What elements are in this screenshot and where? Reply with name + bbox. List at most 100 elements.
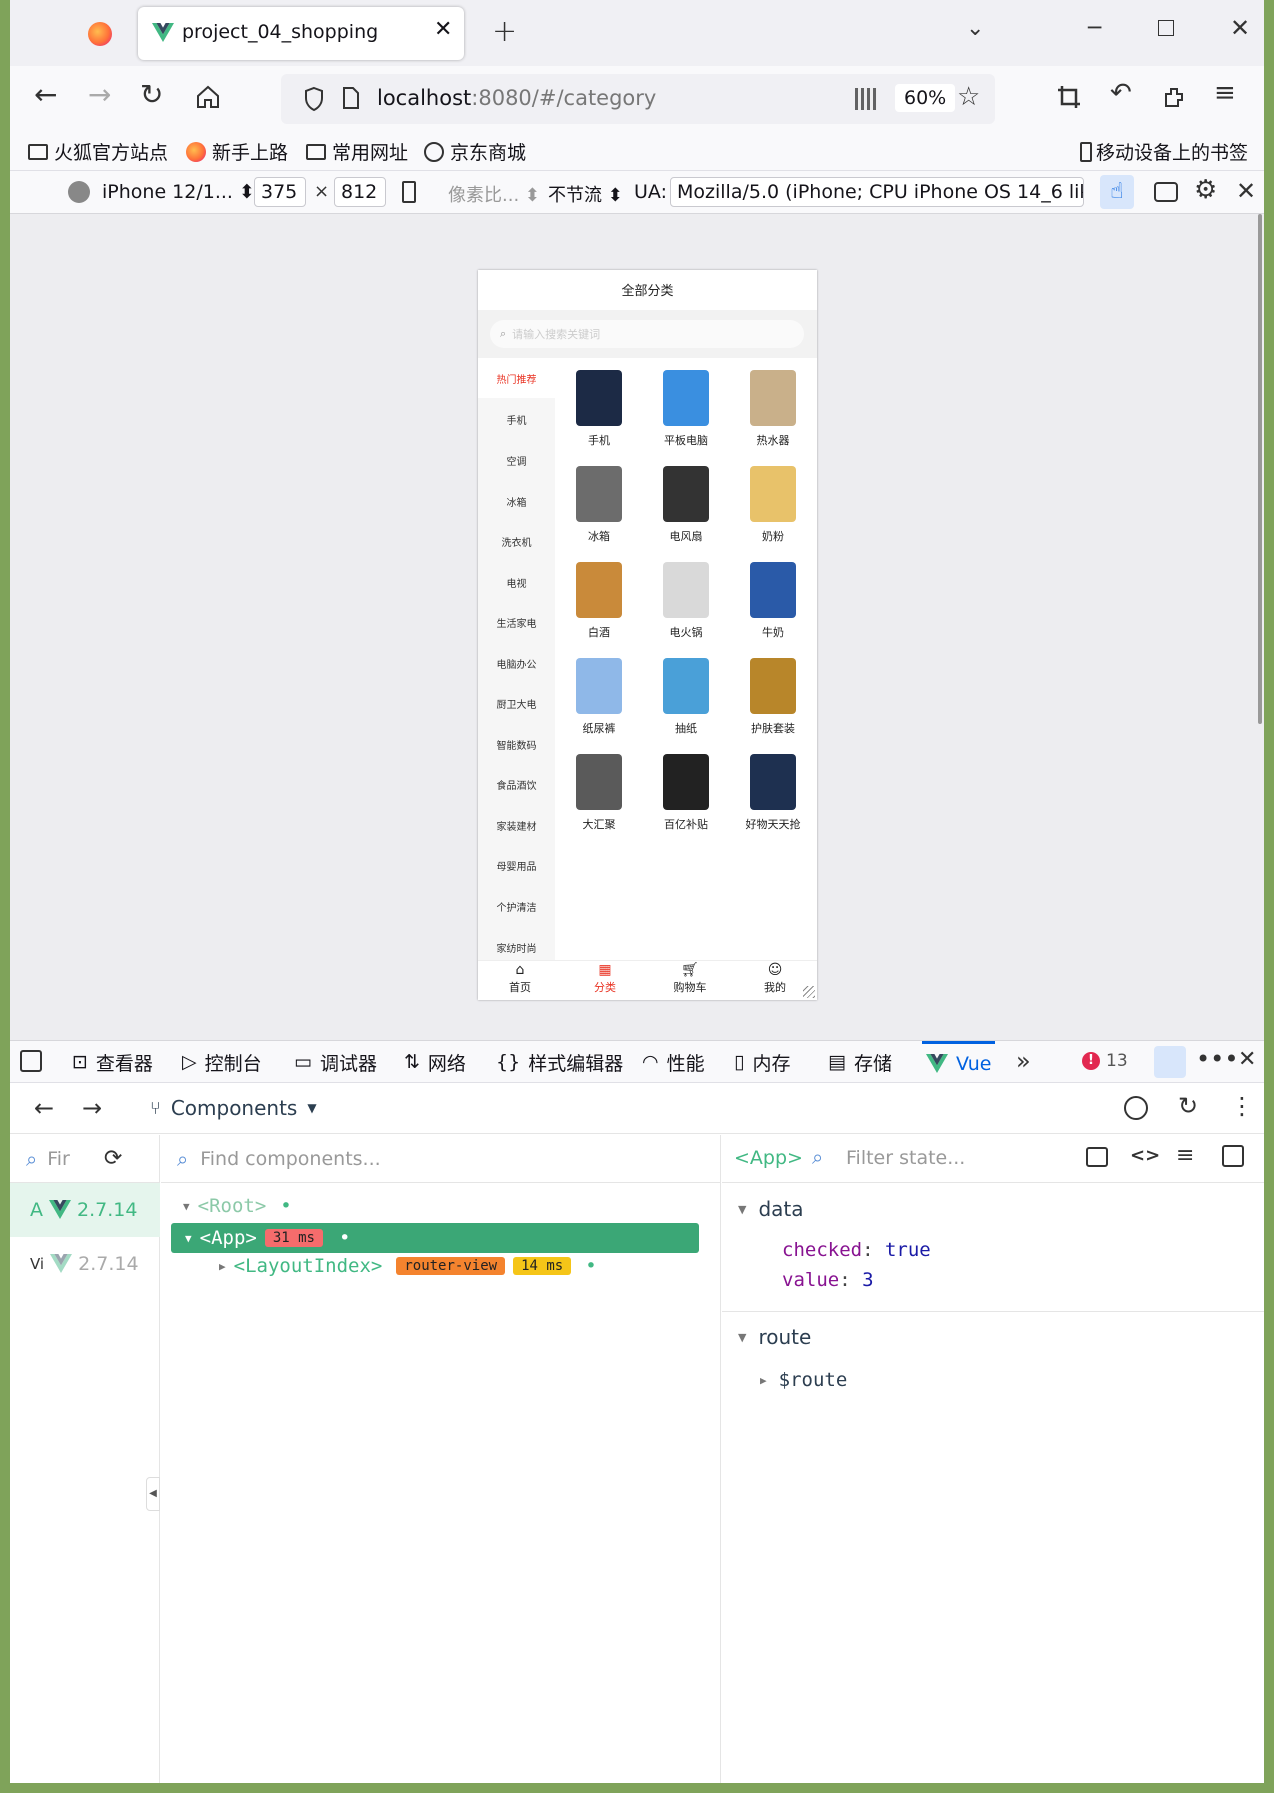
product-item[interactable]: 抽纸 — [646, 658, 726, 736]
scroll-to-component-icon[interactable] — [1086, 1147, 1108, 1167]
mobile-bookmarks[interactable]: 移动设备上的书签 — [1080, 138, 1248, 165]
throttle-selector[interactable]: 不节流 ⬍ — [548, 181, 623, 207]
refresh-icon[interactable]: ↻ — [1178, 1092, 1198, 1120]
product-item[interactable]: 纸尿裤 — [559, 658, 639, 736]
product-item[interactable]: 热水器 — [733, 370, 813, 448]
sync-icon[interactable]: ⟳ — [104, 1146, 122, 1171]
product-item[interactable]: 奶粉 — [733, 466, 813, 544]
height-input[interactable]: 812 — [334, 177, 386, 207]
firefox-icon[interactable] — [88, 22, 112, 46]
category-item[interactable]: 母婴用品 — [478, 858, 555, 873]
search-input[interactable]: ⌕ 请输入搜索关键词 — [490, 320, 804, 348]
resize-handle-icon[interactable] — [803, 986, 815, 998]
state-row-route[interactable]: ▶ $route — [760, 1369, 847, 1391]
app-item-selected[interactable]: A 2.7.14 — [10, 1183, 160, 1237]
collapse-handle-icon[interactable]: ◀ — [146, 1477, 160, 1511]
category-item[interactable]: 电脑办公 — [478, 656, 555, 671]
dpr-selector[interactable]: 像素比... ⬍ — [448, 181, 540, 207]
data-section-header[interactable]: ▼ data — [738, 1197, 804, 1221]
error-count[interactable]: ! 13 — [1082, 1051, 1128, 1071]
tab-style-editor[interactable]: {} 样式编辑器 — [496, 1041, 623, 1083]
maximize-icon[interactable] — [1158, 20, 1174, 36]
target-icon[interactable] — [1124, 1096, 1148, 1120]
page-icon[interactable] — [341, 86, 361, 110]
close-devtools-icon[interactable]: ✕ — [1238, 1047, 1256, 1072]
reload-icon[interactable]: ↻ — [140, 78, 163, 111]
product-item[interactable]: 牛奶 — [733, 562, 813, 640]
viewport-scrollbar[interactable] — [1258, 214, 1262, 724]
category-item[interactable]: 智能数码 — [478, 737, 555, 752]
rotate-icon[interactable] — [402, 181, 416, 203]
code-icon[interactable]: <> — [1130, 1145, 1160, 1166]
close-tab-icon[interactable]: ✕ — [434, 17, 452, 42]
category-item[interactable]: 食品酒饮 — [478, 777, 555, 792]
tree-node-root[interactable]: ▼ <Root> • — [183, 1195, 292, 1217]
tree-node-app-selected[interactable]: ▼ <App> 31 ms • — [171, 1223, 699, 1253]
product-item[interactable]: 护肤套装 — [733, 658, 813, 736]
camera-icon[interactable] — [1154, 182, 1178, 202]
tab-network[interactable]: ⇅ 网络 — [404, 1041, 466, 1083]
category-item[interactable]: 个护清洁 — [478, 899, 555, 914]
new-tab-icon[interactable]: + — [492, 14, 517, 49]
qr-code-icon[interactable] — [855, 88, 877, 110]
forward-icon[interactable]: → — [82, 1094, 102, 1122]
device-selector[interactable]: iPhone 12/1... ⬍ — [102, 181, 255, 203]
tab-console[interactable]: ▷ 控制台 — [182, 1041, 262, 1083]
settings-gear-icon[interactable]: ⚙ — [1194, 175, 1217, 205]
category-item[interactable]: 手机 — [478, 412, 555, 427]
user-agent-input[interactable]: Mozilla/5.0 (iPhone; CPU iPhone OS 14_6 … — [670, 177, 1084, 207]
tabbar-cart[interactable]: 🛒︎ 购物车 — [648, 961, 732, 995]
undo-icon[interactable]: ↶ — [1110, 78, 1132, 108]
forward-icon[interactable]: → — [88, 78, 111, 111]
close-rdm-icon[interactable]: ✕ — [1236, 177, 1256, 205]
screenshot-crop-icon[interactable] — [1056, 84, 1082, 110]
url-bar[interactable]: localhost:8080/#/category 60% ☆ — [281, 74, 995, 124]
product-item[interactable]: 百亿补贴 — [646, 754, 726, 832]
tab-list-icon[interactable]: ⌄ — [966, 16, 984, 41]
bookmark-item[interactable]: 常用网址 — [306, 138, 408, 165]
category-item[interactable]: 厨卫大电 — [478, 696, 555, 711]
element-picker-icon[interactable] — [20, 1050, 42, 1072]
inspect-dom-icon[interactable]: ≡ — [1176, 1143, 1194, 1168]
product-item[interactable]: 电火锅 — [646, 562, 726, 640]
product-item[interactable]: 电风扇 — [646, 466, 726, 544]
category-item[interactable]: 家纺时尚 — [478, 940, 555, 955]
category-item[interactable]: 电视 — [478, 575, 555, 590]
tab-inspector[interactable]: ⊡ 查看器 — [72, 1041, 153, 1083]
product-item[interactable]: 冰箱 — [559, 466, 639, 544]
width-input[interactable]: 375 — [254, 177, 306, 207]
shield-icon[interactable] — [303, 86, 325, 112]
category-item[interactable]: 洗衣机 — [478, 534, 555, 549]
product-item[interactable]: 手机 — [559, 370, 639, 448]
tab-vue[interactable]: Vue — [922, 1041, 996, 1083]
bookmark-item[interactable]: 新手上路 — [186, 138, 288, 165]
back-icon[interactable]: ← — [34, 78, 57, 111]
more-tabs-icon[interactable]: » — [1016, 1047, 1031, 1075]
app-item[interactable]: Vi 2.7.14 — [10, 1237, 160, 1291]
close-window-icon[interactable]: ✕ — [1230, 14, 1250, 42]
component-filter[interactable]: ⌕ Find components... — [161, 1135, 721, 1183]
dock-icon[interactable] — [1154, 1046, 1186, 1078]
tab-debugger[interactable]: ▭ 调试器 — [294, 1041, 377, 1083]
tab-performance[interactable]: ◠ 性能 — [642, 1041, 705, 1083]
state-row-value[interactable]: value: 3 — [782, 1269, 874, 1291]
tab-memory[interactable]: ▯ 内存 — [734, 1041, 790, 1083]
back-icon[interactable]: ← — [34, 1094, 54, 1122]
product-item[interactable]: 白酒 — [559, 562, 639, 640]
bookmark-item[interactable]: 火狐官方站点 — [28, 138, 168, 165]
bookmark-item[interactable]: 京东商城 — [424, 138, 526, 165]
zoom-level[interactable]: 60% — [895, 84, 956, 112]
extensions-icon[interactable] — [1162, 84, 1188, 110]
tabbar-home[interactable]: ⌂ 首页 — [478, 961, 562, 995]
minimize-icon[interactable]: ─ — [1088, 16, 1101, 41]
tab-storage[interactable]: ▤ 存储 — [828, 1041, 892, 1083]
home-icon[interactable] — [195, 84, 221, 110]
tree-node-layoutindex[interactable]: ▶ <LayoutIndex> router-view 14 ms • — [219, 1255, 597, 1277]
app-filter[interactable]: ⌕ Fir ⟳ — [10, 1135, 160, 1183]
state-row-checked[interactable]: checked: true — [782, 1239, 931, 1261]
category-item-hot[interactable]: 热门推荐 — [478, 371, 555, 386]
more-options-icon[interactable]: ••• — [1196, 1045, 1238, 1073]
category-item[interactable]: 空调 — [478, 453, 555, 468]
product-item[interactable]: 大汇聚 — [559, 754, 639, 832]
category-item[interactable]: 冰箱 — [478, 494, 555, 509]
